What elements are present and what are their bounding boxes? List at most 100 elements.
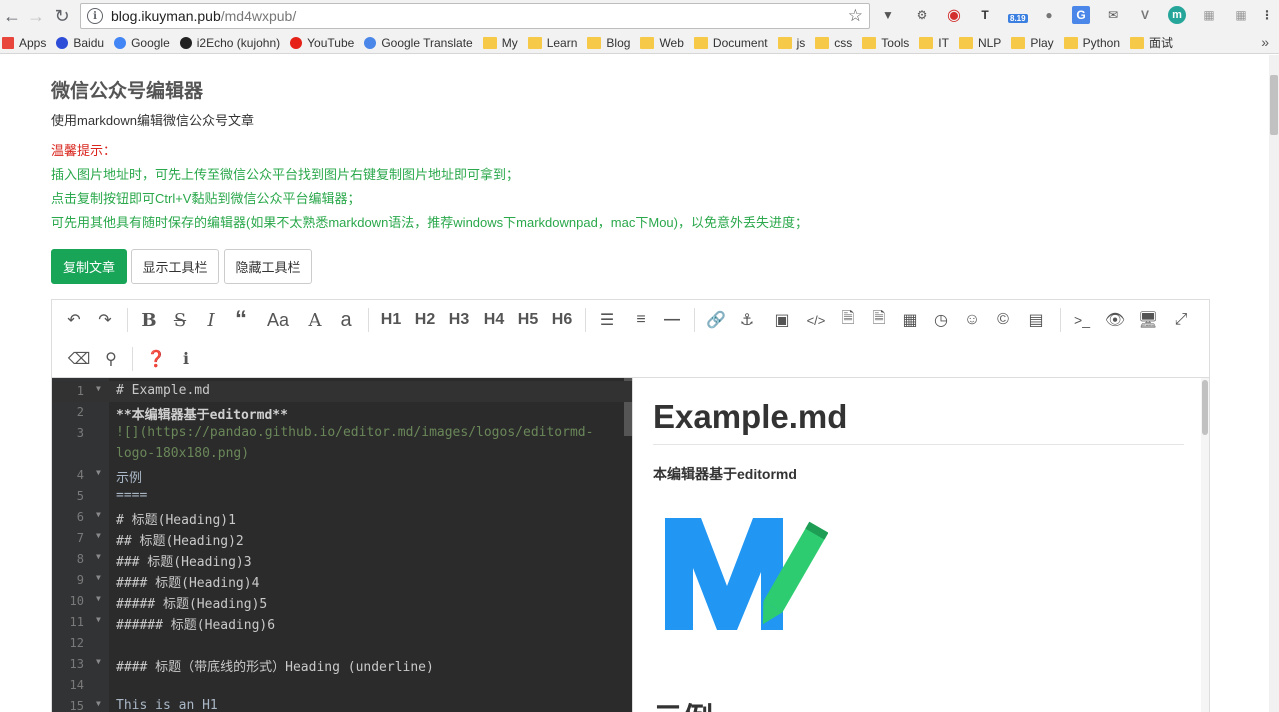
page-scrollbar[interactable] — [1269, 55, 1279, 712]
table-icon[interactable]: ▦ — [898, 308, 922, 332]
fold-arrow-icon[interactable]: ▼ — [96, 657, 101, 666]
code-editor[interactable]: 1 ▼ # Example.md 2 **本编辑器基于editormd** 3 ![](ht… — [52, 378, 632, 712]
html-entities-icon[interactable]: © — [991, 308, 1015, 332]
h1-button[interactable]: H1 — [376, 308, 406, 332]
address-bar[interactable]: i blog.ikuyman.pub/md4wxpub/ ☆ — [80, 3, 870, 29]
bookmark-my[interactable]: My — [482, 36, 518, 50]
image-icon[interactable]: ▣ — [770, 308, 794, 332]
h6-button[interactable]: H6 — [547, 308, 577, 332]
url-text[interactable]: blog.ikuyman.pub/md4wxpub/ — [111, 8, 296, 24]
record-icon[interactable]: ◉ — [945, 6, 963, 24]
h3-button[interactable]: H3 — [444, 308, 474, 332]
fold-arrow-icon[interactable]: ▼ — [96, 699, 101, 708]
extension-icon[interactable]: ⚙ — [913, 6, 931, 24]
undo-icon[interactable]: ↶ — [62, 308, 86, 332]
bookmark-blog[interactable]: Blog — [587, 36, 630, 50]
fullscreen-preview-icon[interactable]: 🖥 — [1136, 308, 1160, 332]
inline-code-icon[interactable]: </> — [804, 308, 828, 332]
italic-icon[interactable]: I — [199, 308, 223, 332]
datetime-icon[interactable]: ◷ — [929, 308, 953, 332]
fold-arrow-icon[interactable]: ▼ — [96, 573, 101, 582]
bookmark-tools[interactable]: Tools — [862, 36, 909, 50]
preview-scrollbar[interactable] — [1201, 378, 1209, 712]
reload-icon[interactable]: ↻ — [50, 4, 74, 28]
profile-extension-icon[interactable]: m — [1168, 6, 1186, 24]
unordered-list-icon[interactable]: ☰ — [595, 308, 619, 332]
lowercase-icon[interactable]: a — [334, 308, 358, 332]
speed-extension-icon[interactable]: 8.19 — [1008, 6, 1030, 24]
google-translate-icon[interactable]: G — [1072, 6, 1090, 24]
bookmark-play[interactable]: Play — [1011, 36, 1054, 50]
fold-arrow-icon[interactable]: ▼ — [96, 552, 101, 561]
fold-arrow-icon[interactable]: ▼ — [96, 615, 101, 624]
uppercase-words-icon[interactable]: Aa — [263, 308, 293, 332]
search-icon[interactable]: ⚲ — [99, 347, 123, 371]
redo-icon[interactable]: ↷ — [93, 308, 117, 332]
fold-arrow-icon[interactable]: ▼ — [96, 384, 101, 393]
copy-article-button[interactable]: 复制文章 — [51, 249, 127, 284]
h5-button[interactable]: H5 — [513, 308, 543, 332]
pagebreak-icon[interactable]: ▤ — [1024, 308, 1048, 332]
fold-arrow-icon[interactable]: ▼ — [96, 510, 101, 519]
circle-extension-icon[interactable]: ● — [1040, 6, 1058, 24]
code-line[interactable]: 1 ▼ # Example.md — [52, 381, 632, 402]
code-line[interactable]: 11 ▼ ###### 标题(Heading)6 — [52, 612, 632, 633]
fold-arrow-icon[interactable]: ▼ — [96, 468, 101, 477]
bookmark-i2echo-kujohn-[interactable]: i2Echo (kujohn) — [179, 36, 280, 50]
show-toolbar-button[interactable]: 显示工具栏 — [131, 249, 219, 284]
menu-icon[interactable]: ⋮ — [1258, 6, 1276, 24]
hide-toolbar-button[interactable]: 隐藏工具栏 — [224, 249, 312, 284]
code-line[interactable]: 3 ![](https://pandao.github.io/editor.md/… — [52, 423, 632, 444]
code-line[interactable]: 12 — [52, 633, 632, 654]
code-line[interactable]: 6 ▼ # 标题(Heading)1 — [52, 507, 632, 528]
grid-extension-icon[interactable]: ▦ — [1200, 6, 1218, 24]
bookmark-star-icon[interactable]: ☆ — [848, 6, 863, 26]
forward-arrow-icon[interactable]: → — [24, 4, 48, 28]
back-arrow-icon[interactable]: ← — [0, 4, 24, 28]
bookmark-nlp[interactable]: NLP — [958, 36, 1001, 50]
text-extension-icon[interactable]: T — [976, 6, 994, 24]
bookmark-js[interactable]: js — [777, 36, 805, 50]
code-file-icon[interactable]: 🗎 — [836, 308, 860, 332]
bookmark-apps[interactable]: Apps — [2, 36, 46, 50]
bold-icon[interactable]: B — [137, 308, 161, 332]
clear-icon[interactable]: ⌫ — [67, 347, 91, 371]
code-line[interactable]: 7 ▼ ## 标题(Heading)2 — [52, 528, 632, 549]
bookmark-google[interactable]: Google — [114, 36, 170, 50]
vue-extension-icon[interactable]: V — [1136, 6, 1154, 24]
bookmark-learn[interactable]: Learn — [527, 36, 577, 50]
link-icon[interactable]: 🔗 — [704, 308, 728, 332]
puzzle-extension-icon[interactable]: ▦ — [1232, 6, 1250, 24]
code-line[interactable]: 4 ▼ 示例 — [52, 465, 632, 486]
bookmark-it[interactable]: IT — [919, 36, 949, 50]
bookmark-youtube[interactable]: YouTube — [290, 36, 354, 50]
code-line[interactable]: logo-180x180.png) — [52, 444, 632, 465]
help-icon[interactable]: ❓ — [144, 347, 168, 371]
h4-button[interactable]: H4 — [479, 308, 509, 332]
pocket-icon[interactable]: ▼ — [879, 6, 897, 24]
page-scroll-thumb[interactable] — [1270, 75, 1278, 135]
toggle-preview-icon[interactable]: 👁 — [1103, 308, 1127, 332]
fullscreen-icon[interactable]: ⤢ — [1169, 308, 1193, 332]
fold-arrow-icon[interactable]: ▼ — [96, 531, 101, 540]
quote-icon[interactable]: “ — [229, 306, 253, 333]
code-line[interactable]: 9 ▼ #### 标题(Heading)4 — [52, 570, 632, 591]
horizontal-rule-icon[interactable]: — — [660, 308, 684, 332]
anchor-icon[interactable]: ⚓ — [735, 308, 759, 332]
emoji-icon[interactable]: ☺ — [960, 308, 984, 332]
uppercase-icon[interactable]: A — [303, 308, 327, 332]
fold-arrow-icon[interactable]: ▼ — [96, 594, 101, 603]
goto-line-icon[interactable]: >_ — [1070, 308, 1094, 332]
code-block-icon[interactable]: 🗎 — [867, 308, 891, 332]
h2-button[interactable]: H2 — [410, 308, 440, 332]
bookmark-css[interactable]: css — [815, 36, 852, 50]
site-info-icon[interactable]: i — [87, 8, 103, 24]
code-line[interactable]: 15 ▼ This is an H1 — [52, 696, 632, 712]
code-line[interactable]: 5 ==== — [52, 486, 632, 507]
mail-icon[interactable]: ✉ — [1104, 6, 1122, 24]
bookmark-document[interactable]: Document — [693, 36, 768, 50]
code-line[interactable]: 8 ▼ ### 标题(Heading)3 — [52, 549, 632, 570]
bookmark-google-translate[interactable]: Google Translate — [364, 36, 473, 50]
strikethrough-icon[interactable]: S — [168, 308, 192, 332]
code-line[interactable]: 10 ▼ ##### 标题(Heading)5 — [52, 591, 632, 612]
